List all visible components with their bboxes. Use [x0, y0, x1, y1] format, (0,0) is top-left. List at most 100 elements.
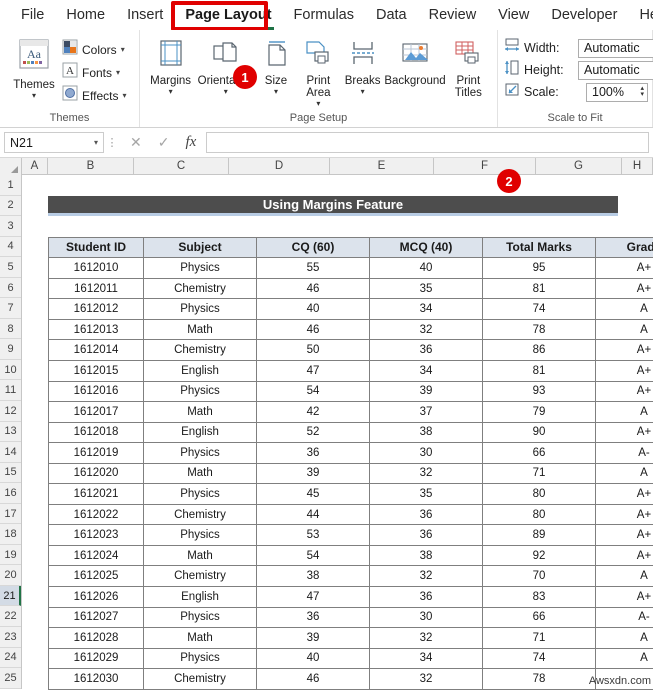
row-header-9[interactable]: 9 — [0, 339, 21, 360]
table-cell[interactable]: Physics — [143, 483, 257, 505]
name-box[interactable]: N21 ▾ — [4, 132, 104, 153]
row-header-13[interactable]: 13 — [0, 421, 21, 443]
table-cell[interactable]: 80 — [482, 483, 596, 505]
table-cell[interactable]: 1612013 — [48, 318, 144, 341]
themes-button[interactable]: Aa Themes ▾ — [6, 35, 62, 100]
chevron-down-icon[interactable]: ▾ — [94, 138, 98, 147]
table-cell[interactable]: 36 — [369, 585, 483, 608]
table-cell[interactable]: 93 — [482, 380, 596, 403]
table-cell[interactable]: 1612030 — [48, 668, 144, 690]
table-cell[interactable]: 1612025 — [48, 565, 144, 587]
table-cell[interactable]: A+ — [595, 503, 653, 526]
table-cell[interactable]: 32 — [369, 318, 483, 341]
table-cell[interactable]: 38 — [256, 565, 370, 587]
table-cell[interactable]: 36 — [256, 606, 370, 629]
row-header-2[interactable]: 2 — [0, 195, 21, 217]
chevron-down-icon[interactable]: ▾ — [32, 92, 36, 100]
table-cell[interactable]: 71 — [482, 627, 596, 649]
table-cell[interactable]: 66 — [482, 606, 596, 629]
table-cell[interactable]: Physics — [143, 257, 257, 279]
tab-help[interactable]: Help — [628, 4, 653, 27]
tab-insert[interactable]: Insert — [116, 4, 174, 27]
tab-developer[interactable]: Developer — [540, 4, 628, 27]
table-cell[interactable]: 46 — [256, 318, 370, 341]
print-titles-button[interactable]: Print Titles — [446, 35, 491, 99]
table-cell[interactable]: 34 — [369, 298, 483, 320]
table-cell[interactable]: 1612017 — [48, 401, 144, 423]
row-header-23[interactable]: 23 — [0, 627, 21, 648]
table-cell[interactable]: Math — [143, 401, 257, 423]
column-header-g[interactable]: G — [536, 158, 622, 174]
table-cell[interactable]: 95 — [482, 257, 596, 279]
table-cell[interactable]: 1612019 — [48, 442, 144, 464]
insert-function-icon[interactable]: fx — [185, 134, 196, 151]
confirm-icon[interactable]: ✓ — [158, 134, 170, 151]
table-cell[interactable]: A- — [595, 442, 653, 464]
table-cell[interactable]: 71 — [482, 462, 596, 485]
cancel-icon[interactable]: ✕ — [130, 134, 142, 151]
table-cell[interactable]: A+ — [595, 339, 653, 361]
table-cell[interactable]: 54 — [256, 380, 370, 403]
table-cell[interactable]: 92 — [482, 544, 596, 567]
chevron-down-icon[interactable]: ▾ — [316, 100, 320, 108]
table-cell[interactable]: 1612022 — [48, 503, 144, 526]
column-header-e[interactable]: E — [330, 158, 434, 174]
column-header-h[interactable]: H — [622, 158, 653, 174]
table-cell[interactable]: 74 — [482, 298, 596, 320]
table-cell[interactable]: 66 — [482, 442, 596, 464]
table-cell[interactable]: 1612027 — [48, 606, 144, 629]
table-cell[interactable]: 40 — [369, 257, 483, 279]
table-cell[interactable]: 78 — [482, 318, 596, 341]
table-cell[interactable]: 39 — [256, 462, 370, 485]
table-cell[interactable]: 46 — [256, 277, 370, 300]
table-cell[interactable]: 78 — [482, 668, 596, 690]
table-cell[interactable]: A — [595, 647, 653, 670]
table-cell[interactable]: 1612021 — [48, 483, 144, 505]
row-header-15[interactable]: 15 — [0, 462, 21, 484]
table-cell[interactable]: 1612011 — [48, 277, 144, 300]
table-cell[interactable]: Chemistry — [143, 565, 257, 587]
table-cell[interactable]: A — [595, 298, 653, 320]
table-cell[interactable]: A- — [595, 606, 653, 629]
scale-percent-spinner[interactable]: 100% ▴ ▾ — [586, 82, 648, 102]
table-cell[interactable]: A+ — [595, 380, 653, 403]
chevron-down-icon[interactable]: ▾ — [122, 91, 126, 100]
table-cell[interactable]: 36 — [369, 524, 483, 546]
table-cell[interactable]: Physics — [143, 647, 257, 670]
table-cell[interactable]: 44 — [256, 503, 370, 526]
row-header-11[interactable]: 11 — [0, 380, 21, 402]
theme-colors-button[interactable]: Colors ▾ — [62, 39, 126, 60]
table-cell[interactable]: 34 — [369, 359, 483, 382]
table-cell[interactable]: A — [595, 401, 653, 423]
theme-fonts-button[interactable]: A Fonts ▾ — [62, 62, 126, 83]
row-header-1[interactable]: 1 — [0, 175, 21, 196]
table-cell[interactable]: 1612010 — [48, 257, 144, 279]
table-cell[interactable]: 40 — [256, 647, 370, 670]
table-cell[interactable]: 38 — [369, 421, 483, 444]
table-cell[interactable]: A+ — [595, 359, 653, 382]
tab-review[interactable]: Review — [418, 4, 488, 27]
row-header-4[interactable]: 4 — [0, 236, 21, 258]
table-cell[interactable]: 32 — [369, 668, 483, 690]
row-header-6[interactable]: 6 — [0, 277, 21, 299]
table-cell[interactable]: 45 — [256, 483, 370, 505]
table-cell[interactable]: 47 — [256, 359, 370, 382]
table-cell[interactable]: English — [143, 585, 257, 608]
table-cell[interactable]: 70 — [482, 565, 596, 587]
scale-height-dropdown[interactable]: Automatic ▾ — [578, 60, 653, 80]
table-cell[interactable]: A+ — [595, 277, 653, 300]
column-header-b[interactable]: B — [48, 158, 134, 174]
chevron-down-icon[interactable]: ▾ — [121, 45, 125, 54]
table-cell[interactable]: 83 — [482, 585, 596, 608]
table-cell[interactable]: 81 — [482, 359, 596, 382]
tab-page-layout[interactable]: Page Layout — [174, 4, 282, 30]
table-cell[interactable]: 39 — [256, 627, 370, 649]
table-cell[interactable]: Chemistry — [143, 503, 257, 526]
table-cell[interactable]: 1612020 — [48, 462, 144, 485]
table-cell[interactable]: 1612015 — [48, 359, 144, 382]
column-header-f[interactable]: F — [434, 158, 536, 174]
table-cell[interactable]: A+ — [595, 421, 653, 444]
table-cell[interactable]: 86 — [482, 339, 596, 361]
table-cell[interactable]: A+ — [595, 483, 653, 505]
row-header-17[interactable]: 17 — [0, 503, 21, 525]
